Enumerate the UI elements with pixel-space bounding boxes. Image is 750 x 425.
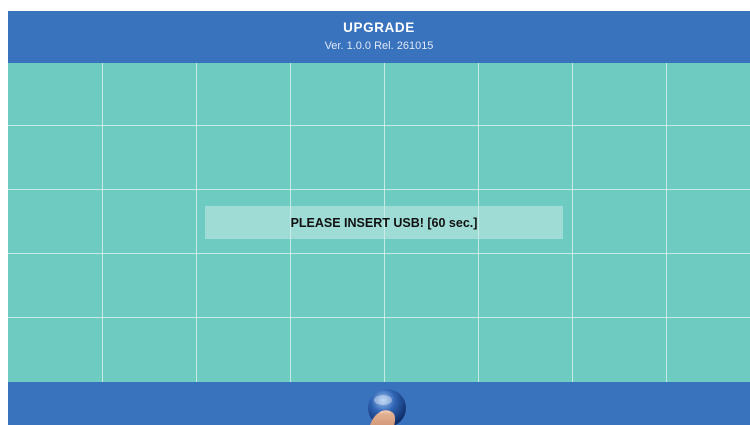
upgrade-screen: UPGRADE Ver. 1.0.0 Rel. 261015 PLEASE IN… <box>8 11 750 425</box>
page-title: UPGRADE <box>343 20 415 35</box>
grid-line <box>572 63 573 382</box>
grid-line <box>102 63 103 382</box>
touch-hand-icon <box>368 389 406 425</box>
grid-line <box>8 253 750 254</box>
header-bar: UPGRADE Ver. 1.0.0 Rel. 261015 <box>8 11 750 63</box>
version-label: Ver. 1.0.0 Rel. 261015 <box>324 40 434 52</box>
grid-line <box>196 63 197 382</box>
insert-usb-message: PLEASE INSERT USB! [60 sec.] <box>205 206 563 239</box>
footer-bar <box>8 382 750 425</box>
grid-line <box>666 63 667 382</box>
grid-line <box>8 189 750 190</box>
grid-line <box>8 317 750 318</box>
grid-line <box>8 125 750 126</box>
home-button[interactable] <box>364 387 410 425</box>
